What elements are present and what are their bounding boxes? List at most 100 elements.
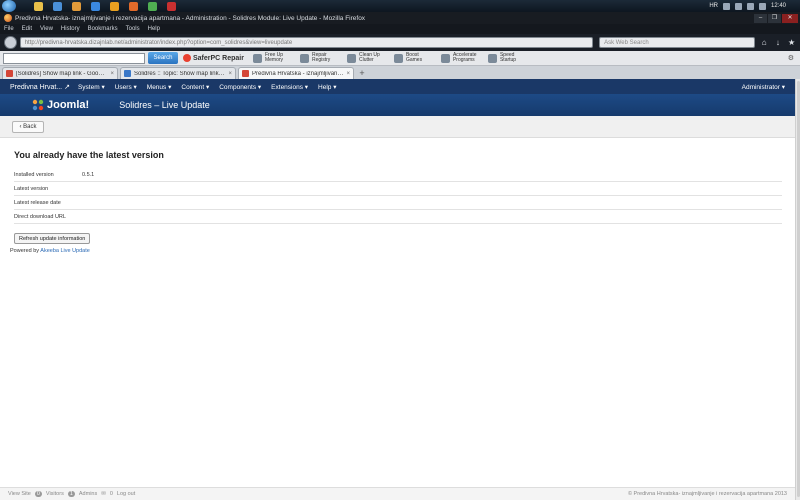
- menu-history[interactable]: History: [61, 26, 80, 32]
- menu-system[interactable]: System ▾: [78, 83, 105, 91]
- close-tab-icon[interactable]: ×: [346, 71, 350, 77]
- administrator-menu[interactable]: Administrator ▾: [742, 83, 785, 91]
- tab-solidres-topic[interactable]: Solidres :: Topic: Show map link - Go...…: [120, 67, 236, 79]
- opera-icon[interactable]: [167, 1, 176, 11]
- close-tab-icon[interactable]: ×: [228, 71, 232, 77]
- registry-icon: [299, 53, 309, 63]
- browser-menu-bar: File Edit View History Bookmarks Tools H…: [0, 24, 800, 34]
- menu-components[interactable]: Components ▾: [219, 83, 261, 91]
- tool-label: Clean Up Clutter: [358, 52, 380, 63]
- web-search-input[interactable]: Ask Web Search: [599, 37, 755, 48]
- site-name: Predivna Hrvat...: [10, 83, 63, 91]
- home-icon[interactable]: ⌂: [760, 38, 769, 47]
- live-update-panel: You already have the latest version Inst…: [14, 150, 782, 244]
- tab-predivna-hrvatska[interactable]: Predivna Hrvatska - iznajmljivanje i re.…: [238, 67, 354, 79]
- toolbar-area: ‹ Back: [0, 116, 795, 138]
- row-label: Latest release date: [14, 199, 61, 206]
- menu-label: Menus: [146, 83, 167, 91]
- back-button[interactable]: ‹ Back: [12, 121, 44, 133]
- download-icon[interactable]: ↓: [774, 38, 783, 47]
- back-arrow-icon[interactable]: [4, 36, 17, 49]
- info-row-installed-version: Installed version 0.5.1: [14, 168, 782, 182]
- tool-label: Boost Games: [405, 52, 423, 63]
- tool-repair-registry[interactable]: Repair Registry: [299, 53, 338, 63]
- language-indicator[interactable]: HR: [709, 3, 718, 9]
- admin-label: Administrator: [741, 83, 780, 91]
- power-icon[interactable]: [758, 2, 766, 10]
- menu-extensions[interactable]: Extensions ▾: [271, 83, 308, 91]
- menu-tools[interactable]: Tools: [126, 26, 140, 32]
- clock[interactable]: 12:40: [771, 3, 786, 9]
- row-label: Installed version: [14, 171, 54, 178]
- menu-file[interactable]: File: [4, 26, 14, 32]
- joomla-logo[interactable]: Joomla!: [32, 99, 89, 111]
- row-label: Latest version: [14, 185, 49, 192]
- menu-edit[interactable]: Edit: [22, 26, 32, 32]
- system-tray: HR 12:40: [709, 2, 800, 10]
- games-icon: [393, 53, 403, 63]
- toolbar-settings-icon[interactable]: ⚙: [788, 54, 794, 62]
- page-scrollbar[interactable]: [795, 79, 800, 500]
- folder-icon[interactable]: [72, 1, 81, 11]
- close-button[interactable]: ✕: [782, 13, 798, 23]
- player-icon[interactable]: [110, 1, 119, 11]
- clean-icon: [346, 53, 356, 63]
- tool-speed-startup[interactable]: Speed Startup: [487, 52, 526, 63]
- copyright-text: © Predivna Hrvatska- iznajmljivanje i re…: [627, 491, 787, 497]
- admins-count-badge: 1: [67, 491, 75, 497]
- menu-users[interactable]: Users ▾: [115, 83, 137, 91]
- facebook-icon[interactable]: [722, 2, 730, 10]
- akeeba-live-update-link[interactable]: Akeeba Live Update: [40, 248, 90, 254]
- external-link-icon: ↗: [64, 83, 70, 91]
- menu-bookmarks[interactable]: Bookmarks: [88, 26, 118, 32]
- menu-content[interactable]: Content ▾: [181, 83, 209, 91]
- toolbar-search-button[interactable]: Search: [148, 52, 178, 64]
- startup-icon: [487, 53, 497, 63]
- maximize-button[interactable]: ❐: [768, 13, 781, 23]
- tool-label: Speed Startup: [499, 52, 517, 63]
- admins-label: Admins: [78, 491, 98, 497]
- menu-view[interactable]: View: [40, 26, 53, 32]
- menu-help[interactable]: Help ▾: [318, 83, 336, 91]
- joomla-logo-icon: [32, 99, 44, 111]
- info-row-latest-release-date: Latest release date: [14, 196, 782, 210]
- close-tab-icon[interactable]: ×: [110, 71, 114, 77]
- tool-accelerate-programs[interactable]: Accelerate Programs: [440, 53, 479, 63]
- joomla-status-bar: View Site 0 Visitors 1 Admins ✉ 0 Log ou…: [0, 487, 795, 500]
- volume-icon[interactable]: [746, 2, 754, 10]
- view-site-link[interactable]: View Site: [8, 491, 31, 497]
- url-bar[interactable]: http://predivna-hrvatska.dizajnlab.net/a…: [19, 37, 594, 48]
- mail-icon[interactable]: ✉: [101, 491, 106, 497]
- messages-count: 0: [109, 491, 113, 497]
- saferpc-label: SaferPC Repair: [193, 54, 244, 62]
- site-name-link[interactable]: Predivna Hrvat... ↗: [10, 83, 70, 91]
- ie-icon[interactable]: [91, 1, 100, 11]
- firefox-icon[interactable]: [129, 1, 138, 11]
- tab-gmail-show-map-link[interactable]: [Solidres] Show map link - Google m... ×: [2, 67, 118, 79]
- toolbar-search-input[interactable]: [3, 52, 145, 64]
- network-icon[interactable]: [734, 2, 742, 10]
- menu-label: Extensions: [271, 83, 303, 91]
- menu-help[interactable]: Help: [148, 26, 160, 32]
- minimize-button[interactable]: –: [754, 13, 767, 23]
- chrome-icon[interactable]: [148, 1, 157, 11]
- media-icon[interactable]: [53, 1, 62, 11]
- info-row-direct-download-url: Direct download URL: [14, 210, 782, 224]
- navigation-bar: http://predivna-hrvatska.dizajnlab.net/a…: [0, 34, 800, 51]
- explorer-icon[interactable]: [34, 1, 43, 11]
- bookmark-icon[interactable]: ★: [787, 38, 796, 47]
- tool-boost-games[interactable]: Boost Games: [393, 52, 432, 63]
- menu-label: System: [77, 83, 100, 91]
- menu-menus[interactable]: Menus ▾: [147, 83, 172, 91]
- solidres-icon: [124, 70, 131, 77]
- refresh-update-button[interactable]: Refresh update information: [14, 233, 91, 244]
- tool-clean-up-clutter[interactable]: Clean Up Clutter: [346, 52, 385, 63]
- tool-free-up-memory[interactable]: Free Up Memory: [252, 53, 291, 63]
- start-button[interactable]: [2, 0, 16, 12]
- joomla-header: Joomla! Solidres – Live Update: [0, 94, 795, 116]
- menu-label: Help: [318, 83, 332, 91]
- logout-link[interactable]: Log out: [117, 491, 135, 497]
- window-title-bar: Predivna Hrvatska- iznajmljivanje i reze…: [0, 12, 800, 24]
- saferpc-brand[interactable]: SaferPC Repair: [183, 54, 244, 62]
- new-tab-button[interactable]: +: [356, 68, 368, 79]
